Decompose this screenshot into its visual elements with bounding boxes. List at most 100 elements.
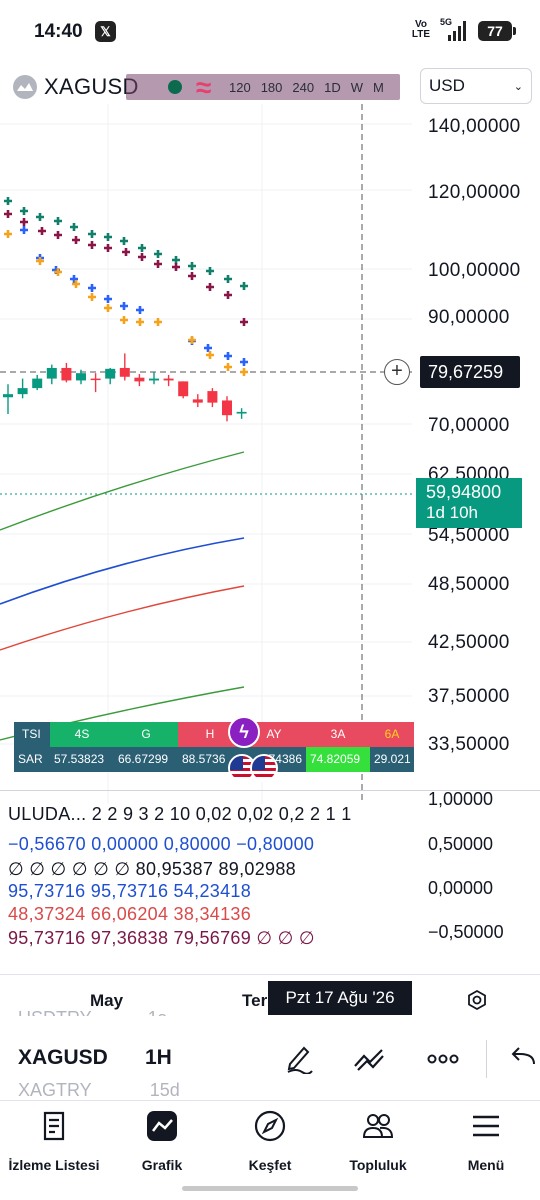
ma-line-red <box>0 585 245 651</box>
nav-label: Topluluk <box>349 1157 407 1173</box>
price-axis-label: 100,00000 <box>428 260 521 281</box>
price-axis-label: 140,00000 <box>428 116 521 137</box>
marker-green <box>138 244 146 252</box>
osc-line: ∅ ∅ ∅ ∅ ∅ ∅ 80,95387 89,02988 <box>8 859 296 879</box>
settings-gear-icon[interactable] <box>466 989 488 1011</box>
marker-green <box>104 233 112 241</box>
ma-line-green <box>0 451 245 531</box>
currency-select[interactable]: USD ⌄ <box>420 68 532 104</box>
price-axis-label: 42,50000 <box>428 632 510 653</box>
nav-watchlist[interactable]: İzleme Listesi <box>0 1109 108 1173</box>
next-symbol[interactable]: XAGTRY 15d <box>18 1080 180 1101</box>
nav-label: Grafik <box>141 1157 183 1173</box>
crosshair-date: Pzt 17 Ağu '26 <box>268 981 412 1015</box>
candle-body <box>236 411 247 414</box>
x-app-icon: 𝕏 <box>95 21 116 42</box>
timeframe-1d[interactable]: 1D <box>319 80 346 95</box>
price-axis-label: 54,50000 <box>428 525 510 546</box>
marker-green <box>88 230 96 238</box>
nav-community[interactable]: Topluluk <box>324 1109 432 1173</box>
compass-icon <box>254 1110 286 1142</box>
marker-purple <box>224 291 232 299</box>
indicator-table[interactable]: TSI 4S G H AY 3A 6A SAR 57.53823 66.6729… <box>14 722 414 772</box>
volte-icon: Vo LTE <box>411 19 431 40</box>
candle-body <box>90 378 101 381</box>
timeframe-180[interactable]: 180 <box>256 80 288 95</box>
candle-body <box>61 367 72 381</box>
marker-blue <box>204 344 212 352</box>
nav-explore[interactable]: Keşfet <box>216 1109 324 1173</box>
candle-body <box>207 391 218 403</box>
time-label-ter: Ter <box>242 991 268 1010</box>
price-axis-label: 33,50000 <box>428 734 510 755</box>
marker-green <box>154 250 162 258</box>
symbol-name[interactable]: XAGUSD <box>44 74 139 100</box>
marker-blue <box>224 352 232 360</box>
crosshair-price: 79,67259 <box>420 356 520 388</box>
trend-tools-icon[interactable] <box>352 1042 386 1076</box>
marker-green <box>54 217 62 225</box>
home-indicator <box>182 1186 358 1191</box>
marker-green <box>172 256 180 264</box>
marker-purple <box>188 272 196 280</box>
current-interval[interactable]: 1H <box>145 1046 172 1070</box>
timeframe-w[interactable]: W <box>346 80 368 95</box>
community-icon <box>362 1114 394 1138</box>
add-alert-plus-icon[interactable]: + <box>384 359 410 385</box>
lightning-icon[interactable]: ϟ <box>228 716 260 748</box>
marker-purple <box>54 231 62 239</box>
marker-green <box>240 282 248 290</box>
marker-green <box>20 207 28 215</box>
marker-purple <box>122 248 130 256</box>
sar-row: SAR 57.53823 66.67299 88.5736 74386 74.8… <box>14 747 414 772</box>
timeframe-120[interactable]: 120 <box>224 80 256 95</box>
symbol-logo-icon <box>13 75 37 99</box>
tsi-cell-g: G <box>114 722 178 747</box>
marker-green <box>206 267 214 275</box>
sar-label: SAR <box>14 747 50 772</box>
draw-pen-icon[interactable] <box>282 1040 316 1074</box>
nav-menu[interactable]: Menü <box>432 1109 540 1173</box>
candle-body <box>76 373 86 381</box>
marker-green <box>70 223 78 231</box>
marker-purple <box>4 210 12 218</box>
marker-orange <box>4 230 12 238</box>
chart-area[interactable]: XAGUSD 120 180 240 1D W M ≈ USD ⌄ 140,00… <box>0 64 540 1064</box>
price-axis-label: 37,50000 <box>428 686 510 707</box>
tsi-cell-6a: 6A <box>370 722 414 747</box>
osc-axis-label: 0,50000 <box>428 834 494 854</box>
sar-value: 74.82059 <box>306 747 370 772</box>
bar-countdown: 1d 10h <box>426 503 478 522</box>
undo-icon[interactable] <box>508 1042 538 1076</box>
battery-tip <box>513 27 516 35</box>
more-dots-icon[interactable] <box>426 1042 460 1076</box>
nav-chart[interactable]: Grafik <box>108 1109 216 1173</box>
bottom-nav: İzleme Listesi Grafik Keşfet Topluluk Me… <box>0 1100 540 1200</box>
signal-icon <box>448 21 466 41</box>
marker-green <box>4 197 12 205</box>
osc-axis-label: 0,00000 <box>428 878 494 898</box>
candle-body <box>163 378 174 381</box>
marker-purple <box>154 260 162 268</box>
candle-body <box>32 378 43 389</box>
marker-blue <box>20 226 28 234</box>
status-dot-icon <box>168 80 182 94</box>
status-time: 14:40 <box>34 21 83 42</box>
marker-orange <box>240 368 248 376</box>
marker-purple <box>38 227 46 235</box>
marker-purple <box>104 244 112 252</box>
sar-value: 29.021 <box>370 747 414 772</box>
marker-green <box>120 237 128 245</box>
marker-blue <box>136 306 144 314</box>
timeframe-240[interactable]: 240 <box>287 80 319 95</box>
us-flag-icon[interactable] <box>250 754 278 782</box>
timeframe-m[interactable]: M <box>368 80 389 95</box>
marker-orange <box>224 363 232 371</box>
price-axis-label: 70,00000 <box>428 415 510 436</box>
marker-orange <box>206 351 214 359</box>
symbol-header[interactable]: XAGUSD <box>12 72 139 102</box>
menu-icon <box>473 1115 499 1137</box>
current-symbol[interactable]: XAGUSD <box>18 1046 108 1070</box>
candle-body <box>178 381 189 397</box>
battery-icon: 77 <box>478 21 512 41</box>
